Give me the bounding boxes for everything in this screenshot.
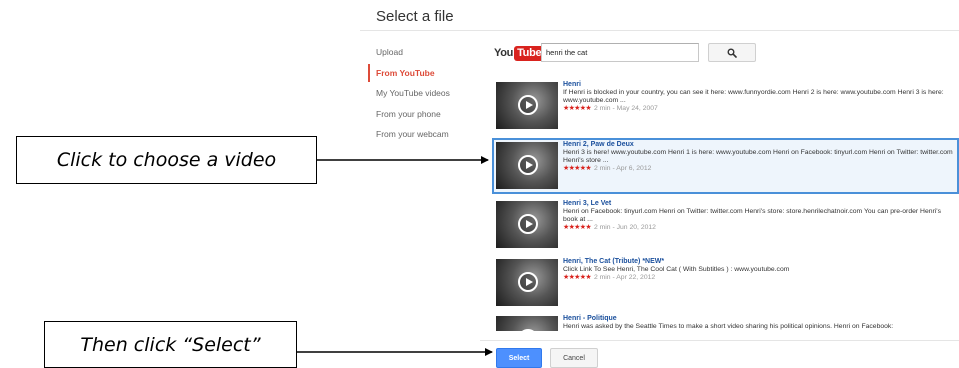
video-result-item-selected[interactable]: Henri 2, Paw de Deux Henri 3 is here! ww… (492, 138, 959, 194)
youtube-logo: You Tube (494, 45, 545, 61)
search-icon (727, 48, 737, 58)
video-meta: 2 min - Jun 20, 2012 (593, 224, 656, 231)
video-result-item[interactable]: Henri If Henri is blocked in your countr… (492, 78, 959, 134)
video-description: Click Link To See Henri, The Cool Cat ( … (563, 266, 790, 273)
play-icon (518, 272, 538, 292)
nav-item-from-your-webcam[interactable]: From your webcam (360, 124, 480, 145)
rating-stars-icon: ★★★★★ (563, 274, 591, 281)
youtube-logo-you: You (494, 47, 514, 59)
nav-item-upload[interactable]: Upload (360, 42, 480, 63)
video-results-list: Henri If Henri is blocked in your countr… (492, 78, 959, 331)
video-meta: 2 min - Apr 22, 2012 (593, 274, 656, 281)
video-thumbnail (496, 316, 558, 331)
callout-choose-video: Click to choose a video (16, 136, 317, 184)
video-description: Henri on Facebook: tinyurl.com Henri on … (563, 208, 941, 223)
search-button[interactable] (708, 43, 756, 62)
rating-stars-icon: ★★★★★ (563, 165, 591, 172)
play-icon (518, 95, 538, 115)
footer-divider (480, 340, 959, 341)
video-title: Henri (563, 81, 581, 88)
nav-item-from-youtube[interactable]: From YouTube (360, 63, 480, 84)
rating-stars-icon: ★★★★★ (563, 224, 591, 231)
nav-item-from-your-phone[interactable]: From your phone (360, 104, 480, 125)
search-input[interactable] (541, 43, 699, 62)
play-icon (518, 155, 538, 175)
video-title: Henri 3, Le Vet (563, 200, 612, 207)
select-button[interactable]: Select (496, 348, 542, 368)
video-title: Henri, The Cat (Tribute) *NEW* (563, 258, 665, 265)
video-title: Henri 2, Paw de Deux (563, 141, 634, 148)
dialog-title: Select a file (376, 8, 454, 25)
source-nav: Upload From YouTube My YouTube videos Fr… (360, 42, 480, 145)
video-result-item[interactable]: Henri, The Cat (Tribute) *NEW* Click Lin… (492, 255, 959, 311)
header-divider (360, 30, 959, 31)
rating-stars-icon: ★★★★★ (563, 105, 591, 112)
video-thumbnail (496, 142, 558, 189)
play-icon (518, 214, 538, 234)
video-thumbnail (496, 259, 558, 306)
video-description: Henri was asked by the Seattle Times to … (563, 323, 894, 330)
callout-click-select: Then click “Select” (44, 321, 297, 368)
video-meta: 2 min - Apr 6, 2012 (593, 165, 652, 172)
cancel-button[interactable]: Cancel (550, 348, 598, 368)
video-result-item[interactable]: Henri - Politique Henri was asked by the… (492, 312, 959, 331)
video-result-item[interactable]: Henri 3, Le Vet Henri on Facebook: tinyu… (492, 197, 959, 253)
video-thumbnail (496, 201, 558, 248)
video-title: Henri - Politique (563, 315, 617, 322)
video-meta: 2 min - May 24, 2007 (593, 105, 658, 112)
video-description: Henri 3 is here! www.youtube.com Henri 1… (563, 149, 953, 164)
video-thumbnail (496, 82, 558, 129)
nav-item-my-youtube-videos[interactable]: My YouTube videos (360, 83, 480, 104)
video-description: If Henri is blocked in your country, you… (563, 89, 944, 104)
youtube-logo-tube: Tube (514, 45, 545, 61)
